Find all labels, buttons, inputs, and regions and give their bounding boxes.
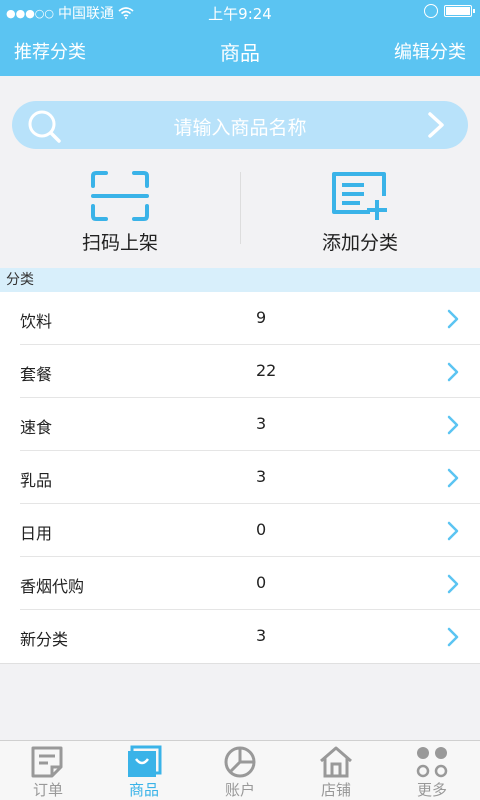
goods-icon bbox=[128, 745, 162, 777]
section-header: 分类 bbox=[0, 268, 480, 292]
status-bar: ●●●○○ 中国联通 上午9:24 bbox=[0, 0, 480, 24]
more-icon bbox=[416, 747, 448, 778]
category-count: 9 bbox=[256, 308, 267, 327]
category-row[interactable]: 饮料 9 bbox=[0, 292, 480, 345]
chevron-right-icon bbox=[447, 415, 459, 435]
header: ●●●○○ 中国联通 上午9:24 推荐分类 商品 编辑分类 bbox=[0, 0, 480, 76]
category-row[interactable]: 新分类 3 bbox=[0, 610, 480, 663]
category-name: 新分类 bbox=[20, 630, 69, 649]
rotation-lock-icon bbox=[424, 4, 438, 18]
add-category-label: 添加分类 bbox=[321, 232, 398, 254]
add-category-button[interactable]: 添加分类 bbox=[240, 160, 480, 266]
category-row[interactable]: 日用 0 bbox=[0, 504, 480, 557]
chevron-right-icon bbox=[447, 362, 459, 382]
tab-label: 店铺 bbox=[320, 781, 351, 799]
add-category-icon bbox=[332, 172, 387, 220]
tab-label: 订单 bbox=[32, 781, 63, 799]
category-row[interactable]: 香烟代购 0 bbox=[0, 557, 480, 610]
scan-shelf-button[interactable]: 扫码上架 bbox=[0, 160, 240, 266]
category-count: 3 bbox=[256, 414, 267, 433]
category-name: 速食 bbox=[20, 418, 53, 437]
category-name: 香烟代购 bbox=[20, 577, 85, 596]
category-count: 3 bbox=[256, 626, 267, 645]
edit-category-button[interactable]: 编辑分类 bbox=[394, 38, 466, 64]
category-name: 乳品 bbox=[20, 471, 53, 490]
tab-shop[interactable]: 店铺 bbox=[288, 741, 384, 800]
category-name: 日用 bbox=[20, 524, 53, 543]
tab-label: 商品 bbox=[128, 781, 159, 799]
tab-label: 更多 bbox=[416, 781, 447, 799]
chevron-right-icon bbox=[447, 521, 459, 541]
tab-goods[interactable]: 商品 bbox=[96, 741, 192, 800]
search-bar[interactable]: 请输入商品名称 bbox=[12, 101, 468, 149]
actions-divider bbox=[240, 172, 241, 244]
tab-more[interactable]: 更多 bbox=[384, 741, 480, 800]
tab-bar: 订单 商品 账户 店铺 更多 bbox=[0, 740, 480, 800]
category-count: 0 bbox=[256, 573, 267, 592]
chevron-right-icon[interactable] bbox=[422, 111, 450, 139]
shop-icon bbox=[320, 746, 352, 778]
chevron-right-icon bbox=[447, 574, 459, 594]
chevron-right-icon bbox=[447, 468, 459, 488]
category-name: 饮料 bbox=[20, 312, 53, 331]
category-name: 套餐 bbox=[20, 365, 53, 384]
search-placeholder: 请输入商品名称 bbox=[173, 117, 307, 139]
tab-account[interactable]: 账户 bbox=[192, 741, 288, 800]
tab-label: 账户 bbox=[224, 781, 255, 799]
search-icon bbox=[28, 110, 61, 143]
status-right bbox=[424, 4, 475, 18]
category-row[interactable]: 乳品 3 bbox=[0, 451, 480, 504]
scan-icon bbox=[91, 171, 149, 221]
chevron-right-icon bbox=[447, 309, 459, 329]
category-count: 3 bbox=[256, 467, 267, 486]
account-icon bbox=[224, 746, 256, 778]
tab-orders[interactable]: 订单 bbox=[0, 741, 96, 800]
category-row[interactable]: 套餐 22 bbox=[0, 345, 480, 398]
status-time: 上午9:24 bbox=[208, 5, 272, 23]
battery-icon bbox=[444, 5, 475, 17]
category-list: 饮料 9 套餐 22 速食 3 乳品 3 日用 0 香烟代购 0 新分类 3 bbox=[0, 292, 480, 664]
scan-shelf-label: 扫码上架 bbox=[81, 232, 158, 254]
category-count: 22 bbox=[256, 361, 277, 380]
category-count: 0 bbox=[256, 520, 267, 539]
nav-bar: 推荐分类 商品 编辑分类 bbox=[0, 24, 480, 76]
chevron-right-icon bbox=[447, 627, 459, 647]
recommend-category-button[interactable]: 推荐分类 bbox=[14, 38, 86, 64]
order-icon bbox=[31, 746, 63, 778]
category-row[interactable]: 速食 3 bbox=[0, 398, 480, 451]
